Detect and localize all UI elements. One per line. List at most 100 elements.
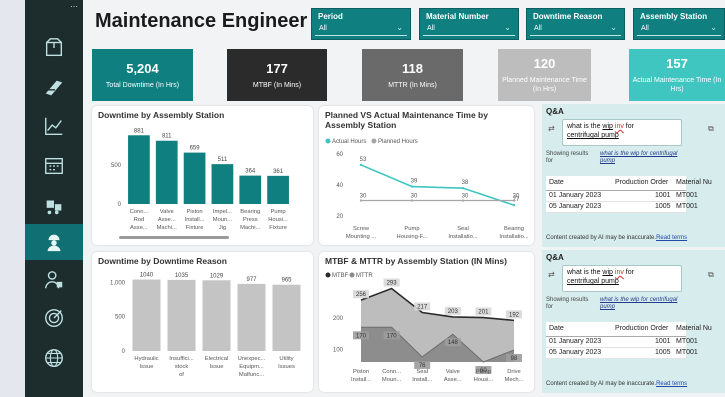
x-tick-label: Install... — [185, 217, 205, 223]
slicer-label: Downtime Reason — [533, 12, 603, 21]
table-row: 05 January 2023 1005 MT001 — [546, 348, 698, 359]
x-tick-label: Equipm... — [239, 364, 264, 370]
slicer-value: All — [427, 25, 435, 32]
copy-visual-icon[interactable]: ⧉ — [708, 124, 714, 134]
material-number-slicer[interactable]: Material Number All ⌄ — [419, 8, 519, 40]
column-header[interactable]: Material Nu — [676, 179, 712, 186]
question-term: wip — [602, 269, 613, 276]
kpi-planned-maintenance: 120 Planned Maintenance Time (In Hrs) — [498, 49, 591, 101]
x-tick-label: Pump — [404, 226, 419, 232]
refresh-icon[interactable]: ⇄ — [548, 270, 555, 279]
data-label: 30 — [462, 194, 469, 200]
data-label: 201 — [478, 310, 489, 316]
bar — [272, 284, 301, 351]
table-cell: MT001 — [676, 192, 698, 199]
kpi-caption: Total Downtime (In Hrs) — [105, 81, 180, 89]
nav-calendar[interactable] — [25, 148, 83, 184]
data-label: 30 — [411, 194, 418, 200]
data-point — [410, 185, 414, 188]
read-terms-link[interactable]: Read terms — [656, 235, 687, 241]
copy-visual-icon[interactable]: ⧉ — [708, 270, 714, 280]
report-canvas: ⋯ Maintenance Engineer Period All ⌄ Mate… — [0, 0, 725, 397]
column-header[interactable]: Production Order — [615, 325, 668, 332]
data-point — [359, 163, 363, 167]
qa-question-input[interactable]: what is the wip inv for centrifugal pump — [562, 119, 682, 146]
qa-question-input[interactable]: what is the wip inv for centrifugal pump — [562, 265, 682, 292]
legend-label: Actual Hours — [332, 139, 366, 145]
refresh-icon[interactable]: ⇄ — [548, 124, 555, 133]
data-label: 53 — [360, 157, 367, 163]
showing-results-link[interactable]: what is the wip for centrifugal pump — [600, 151, 690, 165]
material-number-dropdown[interactable]: All ⌄ — [423, 23, 515, 36]
slicer-value: All — [641, 25, 649, 32]
x-tick-label: Piston — [353, 369, 369, 375]
y-tick-label: 60 — [336, 152, 343, 158]
question-text: what is the — [567, 269, 603, 276]
nav-operator[interactable] — [25, 262, 83, 298]
nav-engineer[interactable] — [25, 224, 83, 260]
nav-target[interactable] — [25, 300, 83, 336]
table-cell: 1001 — [655, 192, 671, 199]
y-tick-label: 100 — [333, 347, 344, 353]
x-tick-label: Issue — [210, 364, 224, 370]
downtime-reason-slicer[interactable]: Downtime Reason All ⌄ — [526, 8, 625, 40]
assembly-station-dropdown[interactable]: All ⌄ — [637, 23, 721, 36]
kpi-value: 177 — [266, 60, 288, 76]
bar — [211, 164, 234, 204]
x-tick-label: Jig — [219, 225, 226, 231]
slicer-value: All — [534, 25, 542, 32]
question-misspelling: inv — [614, 269, 624, 276]
data-label: 148 — [448, 340, 459, 346]
column-header[interactable]: Date — [549, 325, 564, 332]
legend-label: MTTR — [356, 273, 373, 279]
legend-marker — [371, 138, 377, 144]
x-tick-label: Seal — [416, 369, 428, 375]
question-text: for — [623, 123, 634, 130]
nav-forklift[interactable] — [25, 188, 83, 224]
downtime-by-station-chart: 0 500 881 Conn... Rod Asse... 811 Valve Asse... M… — [111, 128, 289, 239]
column-header[interactable]: Material Nu — [676, 325, 712, 332]
legend-marker — [325, 138, 331, 144]
data-label: 881 — [134, 128, 145, 134]
nav-globe[interactable] — [25, 340, 83, 376]
more-options-icon[interactable]: ⋯ — [70, 2, 78, 11]
nav-package[interactable] — [25, 30, 83, 66]
data-label: 256 — [356, 292, 367, 298]
downtime-by-station-card: Downtime by Assembly Station 0 500 881 Conn… — [92, 106, 313, 245]
x-tick-label: Unexpec... — [238, 356, 266, 362]
qa-result-table: Date Production Order Material Nu 01 Jan… — [546, 176, 712, 213]
table-cell: 1001 — [655, 338, 671, 345]
target-icon — [45, 309, 63, 327]
table-row: 05 January 2023 1005 MT001 — [546, 202, 698, 213]
x-tick-label: Malfunc... — [239, 372, 265, 378]
x-tick-label: Insuffici... — [169, 356, 194, 362]
column-header[interactable]: Date — [549, 179, 564, 186]
engineer-icon — [47, 234, 61, 252]
x-tick-label: Issues — [278, 364, 295, 370]
period-slicer[interactable]: Period All ⌄ — [311, 8, 411, 40]
data-point — [410, 199, 414, 202]
table-cell: MT001 — [676, 338, 698, 345]
table-cell: MT001 — [676, 203, 698, 210]
data-label: 659 — [190, 146, 201, 152]
assembly-station-slicer[interactable]: Assembly Station All ⌄ — [633, 8, 725, 40]
chevron-down-icon: ⌄ — [610, 23, 617, 32]
x-tick-label: Screw — [353, 226, 370, 232]
left-margin — [0, 0, 25, 397]
period-dropdown[interactable]: All ⌄ — [315, 23, 407, 36]
bar — [237, 283, 266, 351]
bar — [183, 152, 206, 204]
x-tick-label: Rod — [134, 217, 145, 223]
chevron-down-icon: ⌄ — [710, 23, 717, 32]
read-terms-link[interactable]: Read terms — [656, 381, 687, 387]
report-page: Maintenance Engineer Period All ⌄ Materia… — [83, 0, 725, 397]
nav-parts[interactable] — [25, 70, 83, 106]
data-point — [512, 199, 516, 202]
kpi-value: 120 — [533, 56, 556, 71]
column-header[interactable]: Production Order — [615, 179, 668, 186]
nav-trend[interactable] — [25, 108, 83, 144]
downtime-reason-dropdown[interactable]: All ⌄ — [530, 23, 621, 36]
question-term: centrifugal pump — [567, 132, 619, 139]
showing-results-link[interactable]: what is the wip for centrifugal pump — [600, 297, 690, 311]
slicer-label: Assembly Station — [640, 12, 708, 21]
